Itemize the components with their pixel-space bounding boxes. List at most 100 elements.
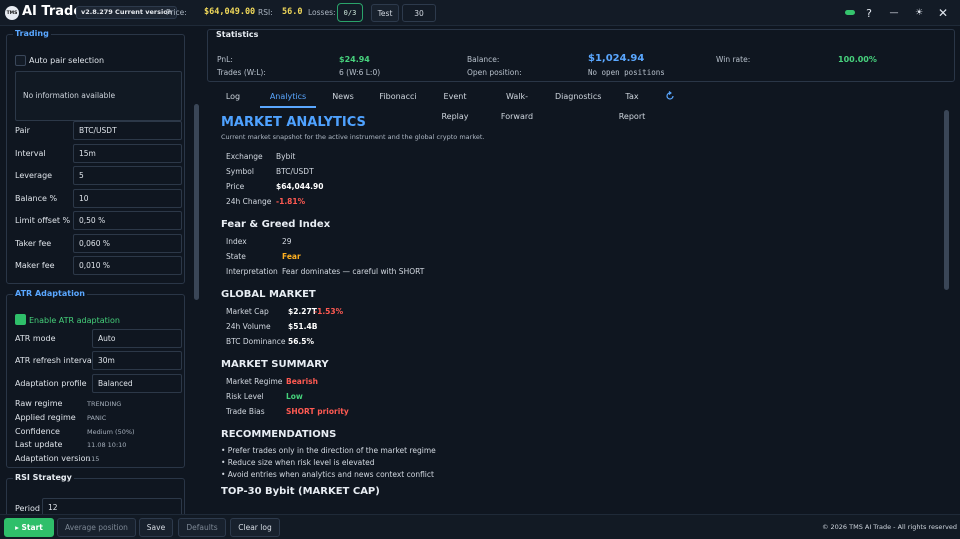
confidence-value: Medium (50%) — [87, 428, 135, 436]
save-button[interactable]: Save — [139, 518, 173, 537]
atr-mode-select[interactable]: Auto — [92, 329, 182, 348]
rsi-period-label: Period — [15, 504, 40, 513]
close-icon[interactable]: ✕ — [935, 5, 951, 21]
dominance-label: BTC Dominance — [226, 337, 286, 346]
auto-pair-checkbox[interactable] — [15, 55, 26, 66]
test-button[interactable]: Test — [371, 4, 399, 22]
pair-input[interactable]: BTC/USDT — [73, 121, 182, 140]
recommendation-item: • Reduce size when risk level is elevate… — [221, 458, 375, 467]
clear-log-button[interactable]: Clear log — [230, 518, 280, 537]
adaptation-version-label: Adaptation version — [15, 454, 91, 463]
price-label-content: Price — [226, 182, 245, 191]
minimize-icon[interactable]: — — [886, 5, 902, 21]
fg-interp-value: Fear dominates — careful with SHORT — [282, 267, 425, 276]
tab-log[interactable]: Log — [220, 87, 246, 108]
price-value: $64,049.00 — [204, 7, 256, 17]
title-bar: TMS AI Trade v2.8.279 Current version Pr… — [0, 0, 960, 26]
risk-value: Low — [286, 392, 303, 401]
app-logo: TMS — [5, 6, 19, 20]
trades-label: Trades (W:L): — [217, 68, 266, 77]
volume-value: $51.4B — [288, 322, 318, 331]
leverage-label: Leverage — [15, 171, 53, 180]
pair-label: Pair — [15, 126, 30, 135]
tab-diagnostics[interactable]: Diagnostics — [555, 87, 601, 108]
win-rate-label: Win rate: — [716, 55, 751, 64]
maker-fee-input[interactable]: 0,010 % — [73, 256, 182, 275]
fg-interp-label: Interpretation — [226, 267, 278, 276]
atr-group-title: ATR Adaptation — [13, 289, 87, 298]
bias-value: SHORT priority — [286, 407, 349, 416]
interval-input[interactable]: 15m — [73, 144, 182, 163]
analytics-content: MARKET ANALYTICS Current market snapshot… — [210, 108, 950, 506]
tab-event-replay[interactable]: Event Replay — [432, 87, 478, 121]
tab-fibonacci[interactable]: Fibonacci — [378, 87, 418, 108]
global-market-title: GLOBAL MARKET — [221, 289, 316, 300]
change-label: 24h Change — [226, 197, 272, 206]
adaptation-profile-select[interactable]: Balanced — [92, 374, 182, 393]
fg-state-value: Fear — [282, 252, 301, 261]
limit-offset-input[interactable]: 0,50 % — [73, 211, 182, 230]
statistics-panel: Statistics PnL: $24.94 Trades (W:L): 6 (… — [207, 29, 955, 82]
content-scrollbar[interactable] — [944, 110, 949, 290]
theme-toggle-icon[interactable]: ☀ — [911, 5, 927, 21]
average-position-button[interactable]: Average position — [57, 518, 136, 537]
tab-bar: Log Analytics News Fibonacci Event Repla… — [210, 87, 950, 121]
balance-value: $1,024.94 — [588, 53, 645, 64]
fg-index-value: 29 — [282, 237, 292, 246]
rsi-label: RSI: — [258, 8, 273, 17]
atr-refresh-select[interactable]: 30m — [92, 351, 182, 370]
pnl-value: $24.94 — [339, 55, 370, 64]
regime-label: Market Regime — [226, 377, 283, 386]
recommendation-item: • Avoid entries when analytics and news … — [221, 470, 434, 479]
leverage-input[interactable]: 5 — [73, 166, 182, 185]
tab-analytics[interactable]: Analytics — [260, 87, 316, 108]
interval-label: Interval — [15, 149, 46, 158]
dominance-value: 56.5% — [288, 337, 315, 346]
open-position-label: Open position: — [467, 68, 522, 77]
refresh-icon[interactable] — [665, 91, 675, 101]
balance-label: Balance: — [467, 55, 500, 64]
help-icon[interactable]: ? — [861, 5, 877, 21]
risk-label: Risk Level — [226, 392, 264, 401]
tab-news[interactable]: News — [328, 87, 358, 108]
losses-label: Losses: — [308, 8, 336, 17]
bias-label: Trade Bias — [226, 407, 265, 416]
market-cap-change: -1.53% — [314, 307, 344, 316]
recommendation-item: • Prefer trades only in the direction of… — [221, 446, 436, 455]
atr-group: ATR Adaptation Enable ATR adaptation ATR… — [6, 289, 185, 468]
raw-regime-value: TRENDING — [87, 400, 122, 408]
trading-group-title: Trading — [13, 29, 51, 38]
enable-atr-label: Enable ATR adaptation — [29, 316, 120, 325]
tab-walk-forward[interactable]: Walk-Forward — [492, 87, 542, 121]
balance-percent-input[interactable]: 10 — [73, 189, 182, 208]
tab-tax-report[interactable]: Tax Report — [612, 87, 652, 121]
change-value: -1.81% — [276, 197, 306, 206]
limit-offset-label: Limit offset % — [15, 216, 71, 225]
copyright-text: © 2026 TMS AI Trade - All rights reserve… — [821, 523, 957, 531]
settings-scrollbar[interactable] — [194, 104, 199, 300]
defaults-button[interactable]: Defaults — [178, 518, 226, 537]
pnl-label: PnL: — [217, 55, 233, 64]
confidence-label: Confidence — [15, 427, 60, 436]
taker-fee-label: Taker fee — [15, 239, 52, 248]
applied-regime-value: PANIC — [87, 414, 107, 422]
fear-greed-title: Fear & Greed Index — [221, 219, 331, 230]
rsi-group-title: RSI Strategy — [13, 473, 74, 482]
statistics-title: Statistics — [214, 30, 261, 39]
exchange-value: Bybit — [276, 152, 296, 161]
volume-label: 24h Volume — [226, 322, 271, 331]
applied-regime-label: Applied regime — [15, 413, 76, 422]
regime-value: Bearish — [286, 377, 318, 386]
trading-group: Trading Auto pair selection No informati… — [6, 29, 185, 284]
version-badge: v2.8.279 Current version — [76, 6, 178, 19]
start-button[interactable]: ▸ Start — [4, 518, 54, 537]
atr-refresh-label: ATR refresh interval — [15, 356, 95, 365]
rsi-period-input[interactable]: 12 — [42, 498, 182, 514]
test-count-field[interactable]: 30 — [402, 4, 436, 22]
raw-regime-label: Raw regime — [15, 399, 63, 408]
enable-atr-checkbox[interactable] — [15, 314, 26, 325]
maker-fee-label: Maker fee — [15, 261, 55, 270]
taker-fee-input[interactable]: 0,060 % — [73, 234, 182, 253]
market-cap-label: Market Cap — [226, 307, 269, 316]
adaptation-profile-label: Adaptation profile — [15, 379, 87, 388]
